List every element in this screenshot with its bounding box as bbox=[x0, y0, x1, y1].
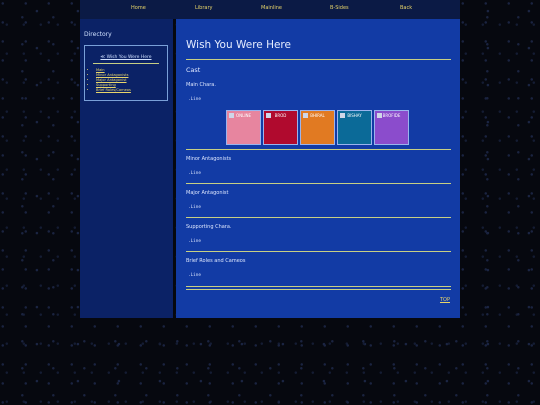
nav-back[interactable]: Back bbox=[400, 5, 412, 11]
character-card[interactable]: BHIRAL bbox=[300, 110, 335, 145]
nav-home[interactable]: Home bbox=[131, 5, 146, 11]
character-card[interactable]: BROFIDE bbox=[374, 110, 409, 145]
top-nav: Home Library Mainline B-Sides Back bbox=[80, 0, 460, 19]
dir-link-brief-roles[interactable]: Brief Roles/Cameos bbox=[96, 88, 131, 93]
sidebar-title: Directory bbox=[84, 31, 112, 38]
page-title: Wish You Were Here bbox=[186, 39, 291, 51]
section-main-chara: Main Chara. bbox=[186, 82, 216, 88]
divider bbox=[186, 286, 451, 287]
current-page-link[interactable]: ≪ Wish You Were Here bbox=[85, 55, 167, 60]
character-card[interactable]: BISHAY bbox=[337, 110, 372, 145]
section-major-antagonist: Major Antagonist bbox=[186, 190, 229, 196]
section-supporting-chara: Supporting Chara. bbox=[186, 224, 232, 230]
divider bbox=[186, 183, 451, 184]
main-content: Wish You Were Here Cast Main Chara. .Lin… bbox=[176, 19, 460, 318]
line-text: .Line bbox=[188, 239, 201, 244]
directory-box: ≪ Wish You Were Here Main Minor Antagoni… bbox=[84, 45, 168, 101]
divider bbox=[186, 59, 451, 60]
divider bbox=[186, 217, 451, 218]
nav-mainline[interactable]: Mainline bbox=[261, 5, 282, 11]
line-text: .Line bbox=[188, 273, 201, 278]
cast-heading: Cast bbox=[186, 66, 201, 74]
character-cards: ONLINE BROD BHIRAL BISHAY BROFIDE bbox=[226, 110, 409, 145]
nav-library[interactable]: Library bbox=[195, 5, 212, 11]
divider bbox=[186, 149, 451, 150]
section-minor-antagonists: Minor Antagonists bbox=[186, 156, 232, 162]
character-card[interactable]: BROD bbox=[263, 110, 298, 145]
divider bbox=[186, 289, 451, 290]
sidebar: Directory ≪ Wish You Were Here Main Mino… bbox=[80, 19, 173, 318]
top-link[interactable]: TOP bbox=[440, 297, 450, 303]
divider bbox=[93, 63, 159, 64]
line-text: .Line bbox=[188, 97, 201, 102]
section-brief-roles: Brief Roles and Cameos bbox=[186, 258, 246, 264]
line-text: .Line bbox=[188, 205, 201, 210]
nav-b-sides[interactable]: B-Sides bbox=[330, 5, 349, 11]
character-card[interactable]: ONLINE bbox=[226, 110, 261, 145]
line-text: .Line bbox=[188, 171, 201, 176]
divider bbox=[186, 251, 451, 252]
directory-list: Main Minor Antagonists Major Antagonist … bbox=[89, 68, 131, 93]
